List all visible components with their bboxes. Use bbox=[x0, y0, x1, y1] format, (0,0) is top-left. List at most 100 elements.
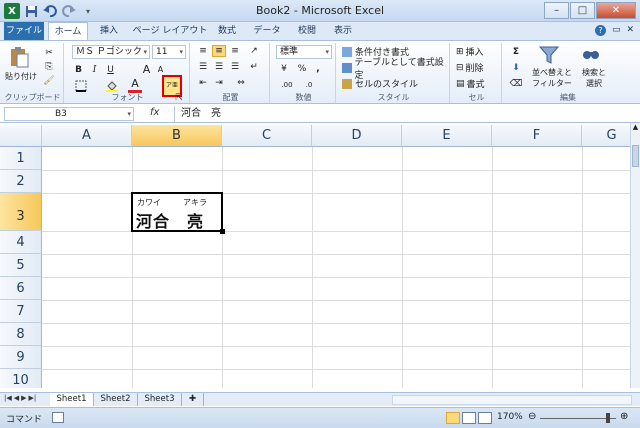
ribbon-close-icon[interactable]: ✕ bbox=[626, 25, 634, 36]
macro-record-icon[interactable] bbox=[52, 412, 64, 423]
increase-decimal-icon[interactable]: .00 bbox=[278, 79, 296, 91]
insert-cells-button[interactable]: ⊞ 挿入 bbox=[456, 45, 498, 59]
column-header-c[interactable]: C bbox=[222, 125, 312, 147]
sheet-tab-sheet2[interactable]: Sheet2 bbox=[94, 393, 138, 406]
normal-view-icon[interactable] bbox=[446, 412, 460, 424]
comma-button[interactable]: , bbox=[312, 63, 324, 75]
column-header-e[interactable]: E bbox=[402, 125, 492, 147]
increase-indent-icon[interactable]: ⇥ bbox=[212, 77, 226, 89]
cut-icon[interactable]: ✂ bbox=[42, 47, 56, 59]
paste-icon[interactable] bbox=[8, 45, 30, 69]
sheet-tab-sheet3[interactable]: Sheet3 bbox=[138, 393, 182, 406]
tab-formulas[interactable]: 数式 bbox=[210, 22, 244, 40]
name-box[interactable]: B3 bbox=[4, 107, 134, 121]
percent-button[interactable]: % bbox=[296, 63, 308, 75]
insert-sheet-icon[interactable]: ✚ bbox=[182, 393, 204, 406]
align-center-icon[interactable]: ☰ bbox=[212, 61, 226, 73]
insert-function-button[interactable]: fx bbox=[150, 107, 159, 118]
scroll-thumb[interactable] bbox=[632, 145, 639, 167]
formula-input[interactable]: 河合 亮 bbox=[174, 106, 624, 122]
row-header-10[interactable]: 10 bbox=[0, 369, 42, 388]
fill-icon[interactable]: ⬇ bbox=[508, 61, 524, 74]
italic-button[interactable]: I bbox=[88, 63, 101, 76]
column-header-a[interactable]: A bbox=[42, 125, 132, 147]
grow-font-button[interactable]: A bbox=[140, 63, 153, 76]
horizontal-scrollbar[interactable] bbox=[392, 395, 632, 405]
tab-page-layout[interactable]: ページ レイアウト bbox=[132, 22, 208, 40]
decrease-indent-icon[interactable]: ⇤ bbox=[196, 77, 210, 89]
column-header-d[interactable]: D bbox=[312, 125, 402, 147]
underline-button[interactable]: U bbox=[104, 63, 117, 76]
tab-home[interactable]: ホーム bbox=[48, 22, 88, 40]
sheet-tab-sheet1[interactable]: Sheet1 bbox=[50, 393, 94, 406]
maximize-button[interactable]: □ bbox=[570, 2, 595, 19]
help-icon[interactable]: ? bbox=[594, 25, 606, 36]
next-sheet-icon[interactable]: ▶ bbox=[21, 394, 26, 402]
format-cells-button[interactable]: ▤ 書式 bbox=[456, 77, 498, 91]
row-header-5[interactable]: 5 bbox=[0, 254, 42, 277]
scroll-up-icon[interactable]: ▲ bbox=[631, 123, 640, 131]
page-layout-view-icon[interactable] bbox=[462, 412, 476, 424]
zoom-slider[interactable] bbox=[540, 418, 616, 419]
ribbon-minimize-icon[interactable]: ▭ bbox=[612, 25, 621, 36]
column-header-g[interactable]: G bbox=[582, 125, 630, 147]
sort-filter-label-line1[interactable]: 並べ替えと bbox=[530, 67, 574, 77]
zoom-out-icon[interactable]: ⊖ bbox=[528, 411, 536, 422]
zoom-slider-thumb[interactable] bbox=[606, 413, 610, 423]
merge-center-icon[interactable]: ⇔ bbox=[232, 77, 250, 89]
tab-review[interactable]: 校閲 bbox=[290, 22, 324, 40]
find-select-label-line1[interactable]: 検索と bbox=[574, 67, 614, 77]
prev-sheet-icon[interactable]: ◀ bbox=[14, 394, 19, 402]
sort-filter-icon[interactable] bbox=[538, 45, 560, 65]
tab-file[interactable]: ファイル bbox=[4, 22, 44, 40]
font-color-button[interactable]: A bbox=[128, 77, 142, 93]
row-header-3[interactable]: 3 bbox=[0, 193, 42, 231]
row-header-7[interactable]: 7 bbox=[0, 300, 42, 323]
vertical-scrollbar[interactable]: ▲ bbox=[630, 123, 640, 388]
align-middle-icon[interactable]: ≡ bbox=[212, 45, 226, 57]
zoom-in-icon[interactable]: ⊕ bbox=[620, 411, 628, 422]
worksheet-grid[interactable]: A B C D E F G 1 2 3 4 5 6 7 8 9 10 カワイ ア… bbox=[0, 125, 630, 388]
sort-filter-label-line2[interactable]: フィルター bbox=[530, 78, 574, 88]
format-as-table-button[interactable]: テーブルとして書式設定 bbox=[342, 58, 448, 81]
wrap-text-icon[interactable]: ↵ bbox=[246, 61, 262, 73]
align-right-icon[interactable]: ☰ bbox=[228, 61, 242, 73]
row-header-8[interactable]: 8 bbox=[0, 323, 42, 346]
align-bottom-icon[interactable]: ≡ bbox=[228, 45, 242, 57]
find-select-label-line2[interactable]: 選択 bbox=[574, 78, 614, 88]
fill-handle[interactable] bbox=[220, 229, 225, 234]
delete-cells-button[interactable]: ⊟ 削除 bbox=[456, 61, 498, 75]
font-size-select[interactable]: 11 bbox=[152, 45, 186, 59]
close-button[interactable]: ✕ bbox=[596, 2, 636, 19]
row-header-4[interactable]: 4 bbox=[0, 231, 42, 254]
align-left-icon[interactable]: ☰ bbox=[196, 61, 210, 73]
clear-icon[interactable]: ⌫ bbox=[508, 77, 524, 90]
tab-data[interactable]: データ bbox=[248, 22, 286, 40]
number-format-select[interactable]: 標準 bbox=[276, 45, 332, 59]
font-name-select[interactable]: ＭＳ Ｐゴシック bbox=[72, 45, 150, 59]
bold-button[interactable]: B bbox=[72, 63, 85, 76]
row-header-2[interactable]: 2 bbox=[0, 170, 42, 193]
cell-styles-button[interactable]: セルのスタイル bbox=[342, 77, 446, 90]
column-header-f[interactable]: F bbox=[492, 125, 582, 147]
borders-icon[interactable] bbox=[72, 79, 90, 92]
last-sheet-icon[interactable]: ▶| bbox=[29, 394, 37, 402]
paste-button-label[interactable]: 貼り付け bbox=[4, 71, 38, 81]
first-sheet-icon[interactable]: |◀ bbox=[4, 394, 12, 402]
format-painter-icon[interactable]: 🖌 bbox=[42, 75, 56, 87]
row-header-9[interactable]: 9 bbox=[0, 346, 42, 369]
select-all-corner[interactable] bbox=[0, 125, 42, 147]
tab-view[interactable]: 表示 bbox=[326, 22, 360, 40]
copy-icon[interactable]: ⎘ bbox=[42, 61, 56, 73]
decrease-decimal-icon[interactable]: .0 bbox=[300, 79, 318, 91]
column-header-b[interactable]: B bbox=[132, 125, 222, 147]
tab-insert[interactable]: 挿入 bbox=[92, 22, 126, 40]
minimize-button[interactable]: – bbox=[544, 2, 569, 19]
currency-icon[interactable]: ¥ bbox=[276, 63, 292, 75]
page-break-view-icon[interactable] bbox=[478, 412, 492, 424]
fill-color-icon[interactable] bbox=[104, 79, 120, 92]
zoom-level[interactable]: 170% bbox=[497, 412, 523, 422]
row-header-6[interactable]: 6 bbox=[0, 277, 42, 300]
autosum-button[interactable]: Σ bbox=[508, 45, 524, 58]
row-header-1[interactable]: 1 bbox=[0, 147, 42, 170]
